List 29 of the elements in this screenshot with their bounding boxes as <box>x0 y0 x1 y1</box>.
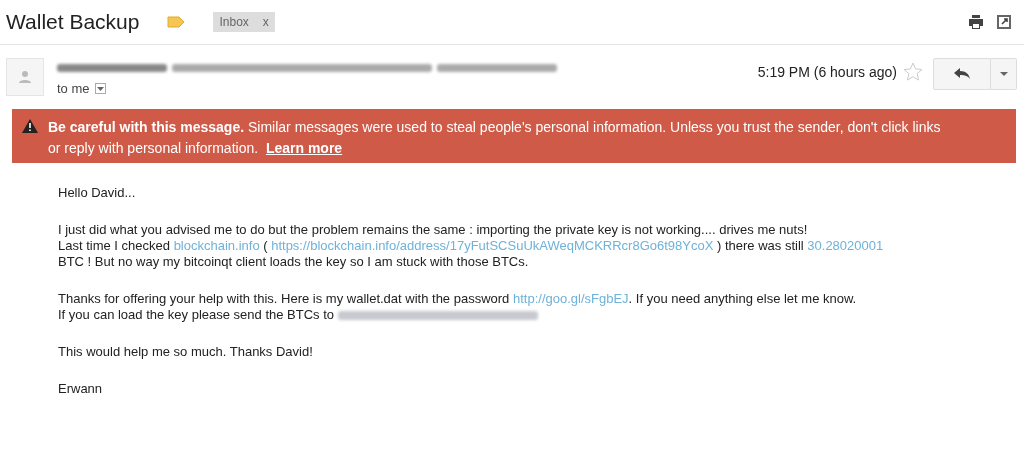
learn-more-link[interactable]: Learn more <box>265 140 343 156</box>
message-line: I just did what you advised me to do but the problem remains the same : importing the private key is not working.... drives me nuts! <box>58 222 809 238</box>
label-text: Inbox <box>219 15 249 29</box>
message-line: Hello David... <box>58 185 137 201</box>
warning-message: Be careful with this message. Similar messages were used to steal people's personal information. Unless you trust the sender, don't click links or reply with personal information. Learn more <box>48 118 942 158</box>
person-icon <box>18 70 32 84</box>
message-time: 5:19 PM (6 hours ago) <box>757 64 897 80</box>
recipient-text: to me <box>57 81 90 96</box>
message-link[interactable]: 30.28020001 <box>807 238 884 253</box>
remove-label-button[interactable]: x <box>262 15 269 29</box>
reply-button[interactable] <box>933 58 991 90</box>
caret-icon <box>999 72 1008 76</box>
reply-arrow-icon <box>954 68 970 80</box>
message-line: Last time I checked blockchain.info ( https://blockchain.info/address/17yFutSCSuUkAWeqMCKRRcr8Go6t98YcoX ) there was still 30.28020001 <box>58 238 885 254</box>
message-link[interactable]: blockchain.info <box>173 238 260 253</box>
message-line: This would help me so much. Thanks David! <box>58 344 314 360</box>
message-line: Thanks for offering your help with this. Here is my wallet.dat with the password http://goo.gl/sFgbEJ. If you need anything else let me know. <box>58 291 858 307</box>
caret-icon <box>96 86 104 91</box>
details-dropdown[interactable] <box>94 83 106 94</box>
warning-icon <box>22 119 38 133</box>
new-window-icon[interactable] <box>996 14 1012 30</box>
print-icon[interactable] <box>968 15 984 29</box>
email-subject: Wallet Backup <box>6 10 140 34</box>
message-link[interactable]: https://blockchain.info/address/17yFutSCSuUkAWeqMCKRRcr8Go6t98YcoX <box>271 238 714 253</box>
star-icon[interactable] <box>903 62 923 82</box>
message-line: BTC ! But no way my bitcoinqt client loads the key so I am stuck with those BTCs. <box>58 254 530 270</box>
message-line: Erwann <box>58 381 104 397</box>
message-link[interactable]: http://goo.gl/sFgbEJ <box>512 291 629 306</box>
message-line: If you can load the key please send the BTCs to <box>58 307 1024 323</box>
